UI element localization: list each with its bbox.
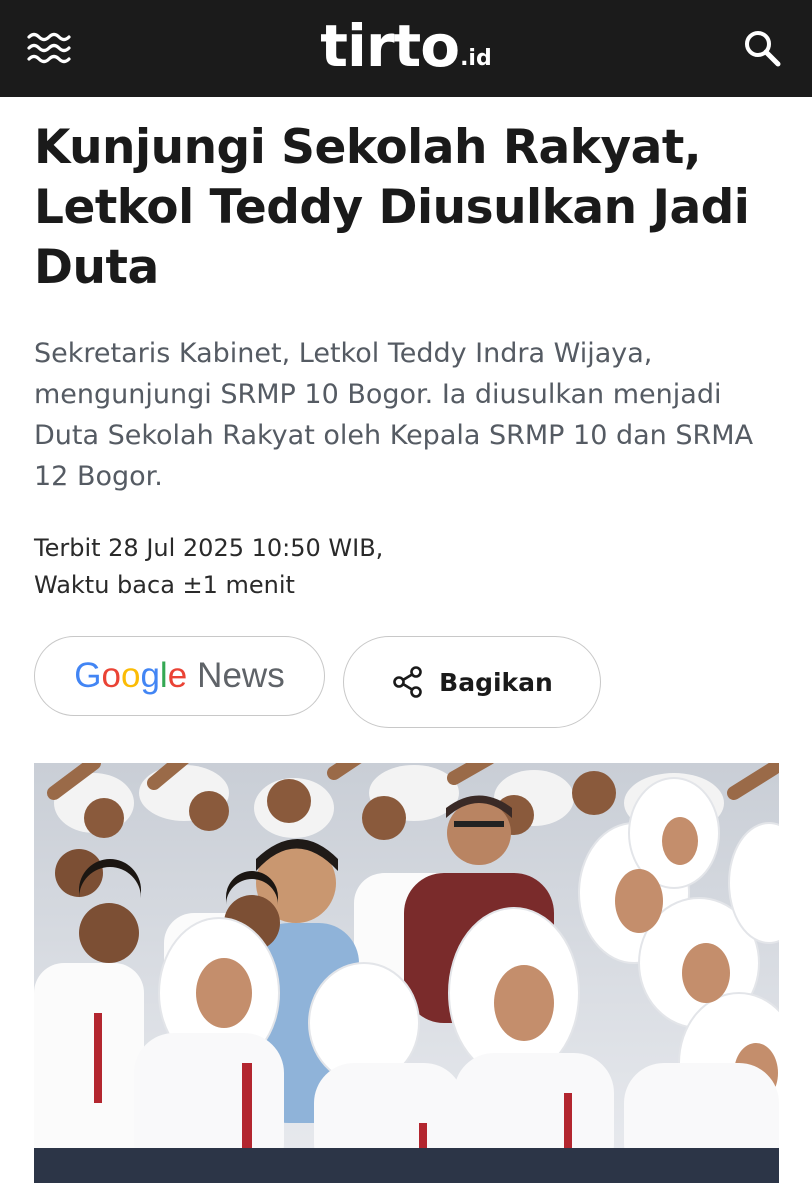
google-logo: Google xyxy=(74,656,187,696)
news-label: News xyxy=(197,656,285,695)
logo-main-text: tirto xyxy=(320,11,460,80)
google-letter: e xyxy=(167,656,188,695)
top-bar: tirto .id xyxy=(0,0,812,97)
article-summary: Sekretaris Kabinet, Letkol Teddy Indra W… xyxy=(34,338,754,492)
article-photo[interactable] xyxy=(34,763,779,1183)
search-button[interactable] xyxy=(738,24,786,72)
article-meta: Terbit 28 Jul 2025 10:50 WIB, Waktu baca… xyxy=(34,530,734,604)
search-icon xyxy=(745,31,781,67)
logo-suffix-text: .id xyxy=(460,46,492,71)
share-icon xyxy=(393,666,422,698)
share-label: Bagikan xyxy=(439,667,553,697)
read-time: Waktu baca ±1 menit xyxy=(34,571,295,599)
google-letter: G xyxy=(74,656,102,695)
google-news-button[interactable]: Google News xyxy=(34,636,325,716)
share-button[interactable]: Bagikan xyxy=(343,636,601,728)
google-letter: o xyxy=(120,656,141,695)
article-title: Kunjungi Sekolah Rakyat, Letkol Teddy Di… xyxy=(34,120,750,295)
google-letter: l xyxy=(159,656,168,695)
site-logo[interactable]: tirto .id xyxy=(0,0,812,97)
google-letter: o xyxy=(101,656,121,695)
photo-illustration xyxy=(34,763,779,1183)
publish-date: Terbit 28 Jul 2025 10:50 WIB, xyxy=(34,534,384,562)
google-letter: g xyxy=(140,656,160,695)
